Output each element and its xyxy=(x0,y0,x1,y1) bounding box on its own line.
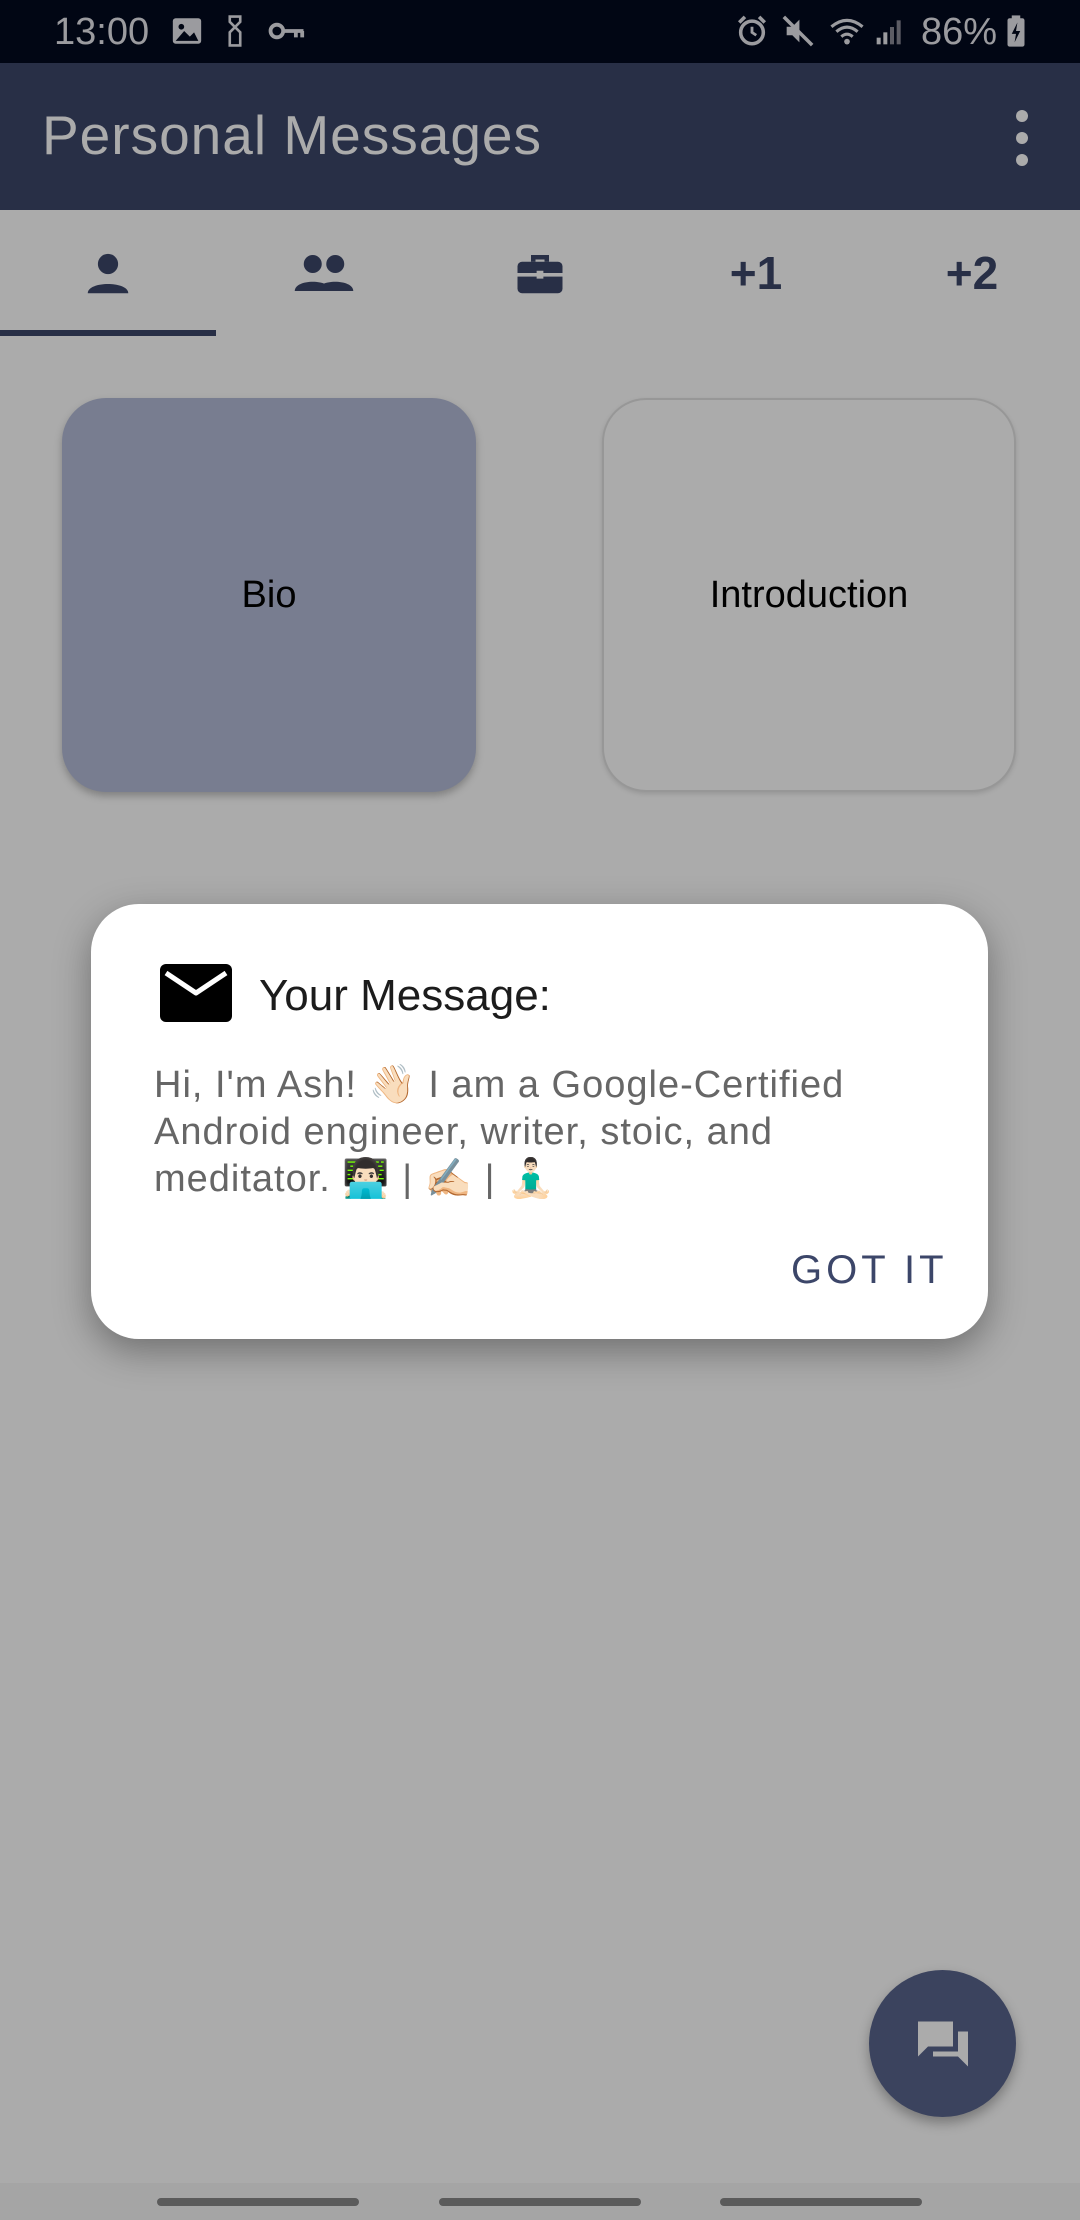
got-it-button[interactable]: GOT IT xyxy=(791,1246,948,1294)
dialog-title: Your Message: xyxy=(259,971,551,1020)
mail-icon xyxy=(160,964,232,1022)
message-dialog: Your Message: Hi, I'm Ash! 👋🏻 I am a Goo… xyxy=(91,904,988,1339)
dialog-message: Hi, I'm Ash! 👋🏻 I am a Google-Certified … xyxy=(154,1064,845,1200)
